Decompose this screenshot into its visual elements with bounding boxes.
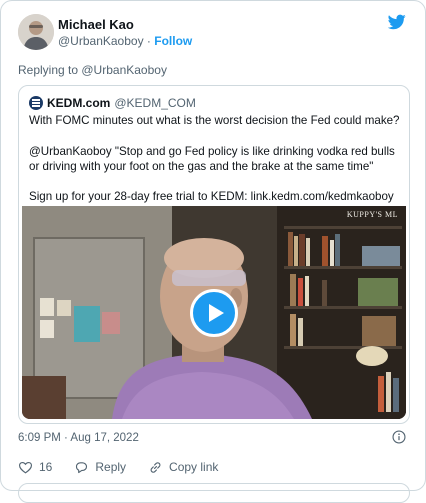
heart-icon (18, 461, 33, 474)
like-button[interactable]: 16 (18, 460, 52, 475)
tweet-timestamp[interactable]: 6:09 PM · Aug 17, 2022 (18, 432, 139, 444)
video-watermark: KUPPY'S ML (346, 210, 398, 219)
quoted-author-handle[interactable]: @KEDM_COM (114, 96, 196, 110)
separator-dot: · (146, 34, 151, 48)
author-handle[interactable]: @UrbanKaoboy (58, 34, 144, 48)
reply-label: Reply (95, 460, 127, 474)
quoted-paragraph-2: @UrbanKaoboy "Stop and go Fed policy is … (29, 144, 395, 173)
replying-to-prefix: Replying to (18, 63, 82, 77)
quoted-paragraph-1: With FOMC minutes out what is the worst … (29, 114, 400, 127)
twitter-bird-icon[interactable] (388, 14, 406, 30)
info-icon[interactable] (392, 430, 406, 444)
quoted-tweet[interactable]: KEDM.com @KEDM_COM With FOMC minutes out… (18, 85, 410, 424)
replying-to: Replying to @UrbanKaoboy (18, 63, 167, 77)
quoted-author-name[interactable]: KEDM.com (47, 96, 110, 110)
quoted-paragraph-3: Sign up for your 28-day free trial to KE… (29, 190, 394, 204)
video-player[interactable]: KUPPY'S ML (22, 206, 406, 419)
quoted-tweet-text: With FOMC minutes out what is the worst … (29, 113, 405, 205)
link-icon (150, 461, 161, 473)
reply-bubble-icon (76, 461, 88, 473)
author-handle-row: @UrbanKaoboy · Follow (58, 34, 192, 48)
like-count: 16 (39, 460, 53, 474)
kedm-logo-icon (29, 96, 43, 110)
read-replies-box[interactable] (18, 483, 410, 503)
play-icon[interactable] (190, 289, 238, 337)
tweet-card: Michael Kao @UrbanKaoboy · Follow Replyi… (0, 0, 426, 503)
replying-to-mention[interactable]: @UrbanKaoboy (81, 63, 167, 77)
follow-button[interactable]: Follow (154, 34, 192, 48)
tweet-actions: 16 Reply Copy link (18, 458, 240, 476)
avatar[interactable] (18, 14, 54, 50)
reply-button[interactable]: Reply (74, 460, 126, 475)
quoted-tweet-header: KEDM.com @KEDM_COM (29, 95, 196, 111)
copy-link-button[interactable]: Copy link (148, 460, 218, 475)
copy-link-label: Copy link (169, 460, 219, 474)
author-name[interactable]: Michael Kao (58, 17, 134, 32)
